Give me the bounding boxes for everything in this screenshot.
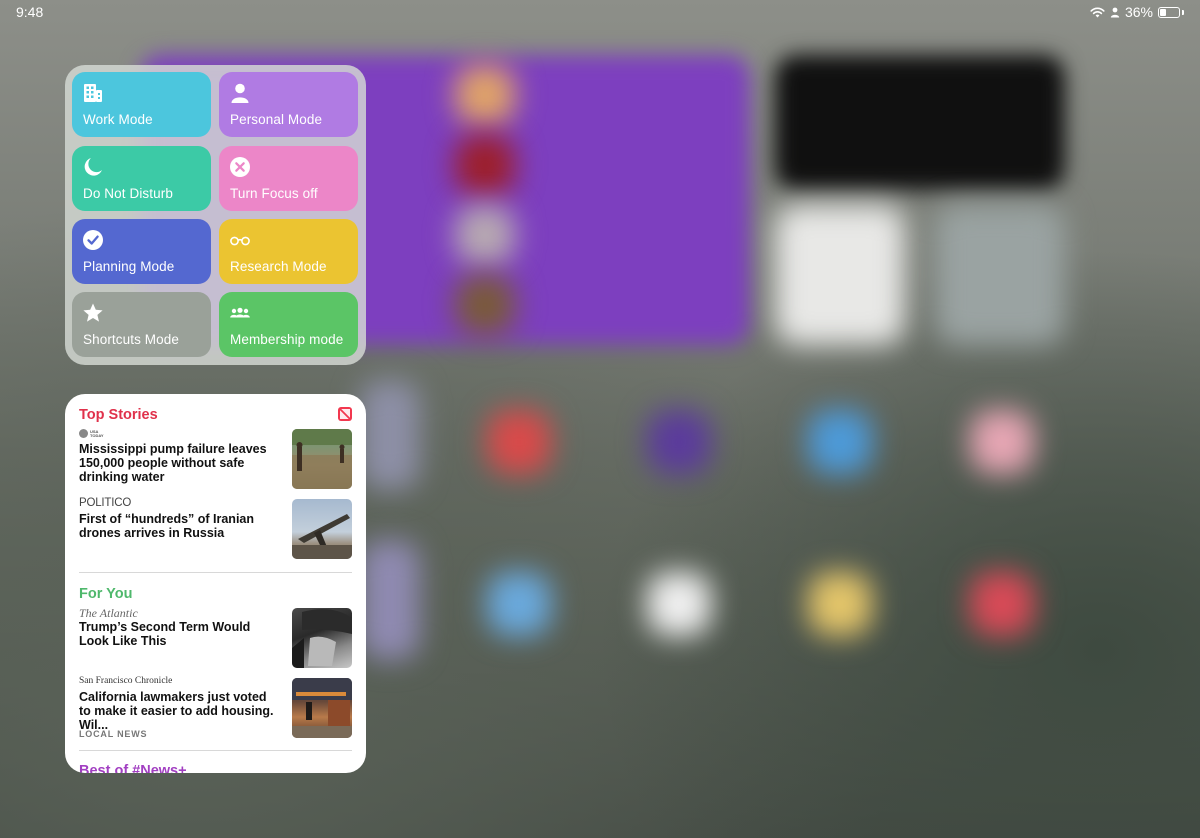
wifi-icon <box>1090 7 1105 17</box>
shortcut-work-mode[interactable]: Work Mode <box>72 72 211 137</box>
for-you-title[interactable]: For You <box>79 586 132 602</box>
battery-tip <box>1182 9 1184 15</box>
blurred-app-icon <box>808 572 872 636</box>
blurred-widget-side <box>360 540 420 660</box>
top-stories-title[interactable]: Top Stories <box>79 407 158 423</box>
battery-icon <box>1158 6 1180 18</box>
shortcut-label: Research Mode <box>230 259 327 274</box>
shortcut-label: Membership mode <box>230 332 344 347</box>
blurred-app-icon <box>487 410 551 474</box>
person-icon <box>231 83 249 103</box>
news-category-tag: LOCAL NEWS <box>79 729 148 739</box>
shortcut-label: Work Mode <box>83 112 153 127</box>
star-icon <box>83 303 103 322</box>
news-thumbnail-trump <box>292 608 352 668</box>
hat-photo-icon <box>292 609 352 668</box>
shortcut-label: Personal Mode <box>230 112 323 127</box>
street-photo-icon <box>292 678 352 738</box>
battery-percent: 36% <box>1124 4 1153 20</box>
apple-news-icon <box>338 407 352 421</box>
building-icon <box>84 84 102 102</box>
shortcut-label: Turn Focus off <box>230 186 318 201</box>
usa-today-logo-icon <box>79 429 88 438</box>
battery-level <box>1160 8 1166 16</box>
section-divider <box>79 750 352 751</box>
news-thumbnail-housing <box>292 678 352 738</box>
drone-photo-icon <box>292 514 352 559</box>
blurred-app-icon <box>647 410 711 474</box>
person-focus-icon <box>1110 7 1120 17</box>
publisher-name: POLITICO <box>79 497 132 509</box>
news-headline: Trump’s Second Term Would Look Like This <box>79 620 251 648</box>
people-icon <box>230 307 250 318</box>
shortcut-turn-focus-off[interactable]: Turn Focus off <box>219 146 358 211</box>
status-bar: 9:48 36% <box>0 0 1200 24</box>
blurred-widget-grey <box>935 205 1065 345</box>
news-headline: Mississippi pump failure leaves 150,000 … <box>79 442 267 484</box>
shortcut-label: Planning Mode <box>83 259 175 274</box>
blurred-app-icon <box>487 572 551 636</box>
blurred-thumb-2 <box>455 135 515 195</box>
blurred-app-icon <box>970 572 1034 636</box>
news-headline: California lawmakers just voted to make … <box>79 690 274 732</box>
blurred-app-icon <box>647 572 711 636</box>
blurred-thumb-4 <box>455 275 515 335</box>
blurred-app-icon <box>808 410 872 474</box>
blurred-widget-side <box>360 380 420 490</box>
news-widget: Top Stories USA TODAY Mississippi pump f… <box>65 394 366 773</box>
publisher-name: The Atlantic <box>79 606 138 620</box>
news-thumbnail-flood <box>292 429 352 489</box>
shortcut-research-mode[interactable]: Research Mode <box>219 219 358 284</box>
publisher-name: USA TODAY <box>90 428 104 438</box>
publisher-name: San Francisco Chronicle <box>79 676 173 686</box>
shortcut-planning-mode[interactable]: Planning Mode <box>72 219 211 284</box>
blurred-widget-white <box>775 205 905 345</box>
flood-photo-icon <box>292 429 352 489</box>
news-thumbnail-drone <box>292 499 352 559</box>
status-time: 9:48 <box>16 4 44 20</box>
x-circle-icon <box>230 157 250 177</box>
shortcut-do-not-disturb[interactable]: Do Not Disturb <box>72 146 211 211</box>
best-of-news-plus-title[interactable]: Best of #News+ <box>79 763 187 773</box>
moon-icon <box>84 158 102 176</box>
shortcut-membership-mode[interactable]: Membership mode <box>219 292 358 357</box>
shortcut-personal-mode[interactable]: Personal Mode <box>219 72 358 137</box>
status-indicators: 36% <box>1090 4 1184 20</box>
shortcut-label: Shortcuts Mode <box>83 332 179 347</box>
section-divider <box>79 572 352 573</box>
shortcuts-widget: Work Mode Personal Mode Do Not Disturb T… <box>65 65 366 365</box>
shortcut-shortcuts-mode[interactable]: Shortcuts Mode <box>72 292 211 357</box>
blurred-thumb-3 <box>455 205 515 265</box>
publisher-logo: USA TODAY <box>79 429 108 438</box>
blurred-thumb-1 <box>455 65 515 125</box>
checkmark-circle-icon <box>83 230 103 250</box>
blurred-app-icon <box>970 410 1034 474</box>
news-headline: First of “hundreds” of Iranian drones ar… <box>79 512 255 540</box>
glasses-icon <box>230 236 250 246</box>
blurred-widget-dark <box>775 55 1065 190</box>
shortcut-label: Do Not Disturb <box>83 186 173 201</box>
